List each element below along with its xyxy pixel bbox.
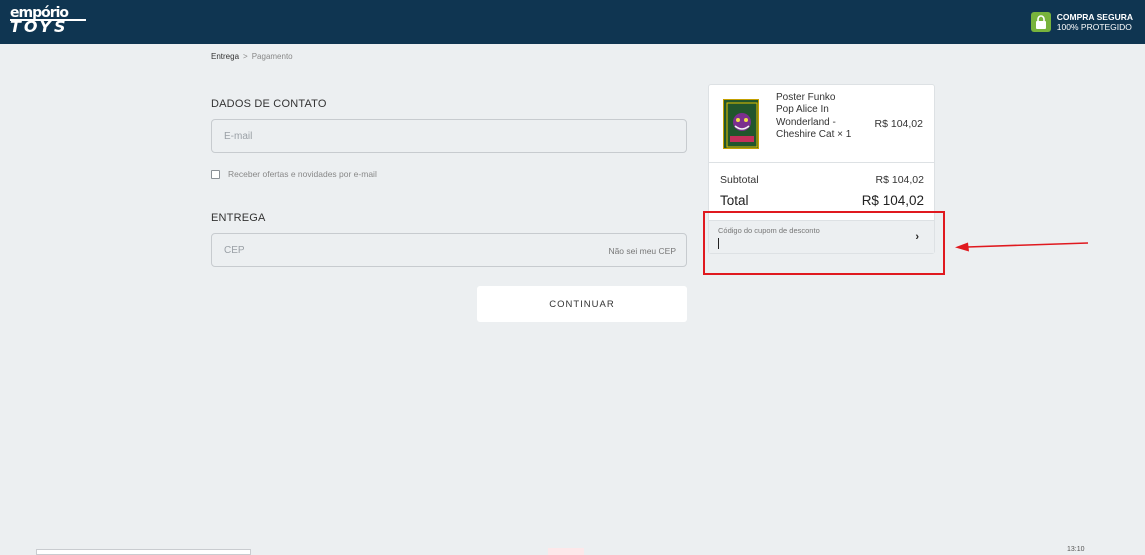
product-price: R$ 104,02: [874, 118, 923, 130]
cep-placeholder: CEP: [224, 245, 245, 256]
secure-purchase-badge: COMPRA SEGURA 100% PROTEGIDO: [1030, 11, 1133, 33]
newsletter-checkbox[interactable]: [211, 169, 220, 179]
total-value: R$ 104,02: [861, 193, 924, 208]
product-name: Poster Funko Pop Alice In Wonderland - C…: [776, 92, 852, 141]
logo-line2: TOYS: [10, 17, 69, 36]
contact-section-title: DADOS DE CONTATO: [211, 98, 327, 110]
breadcrumb-delivery[interactable]: Entrega: [211, 52, 239, 61]
taskbar: 13:10: [0, 546, 1145, 555]
annotation-arrow-icon: [955, 242, 1089, 252]
cep-field[interactable]: CEP Não sei meu CEP: [211, 233, 687, 267]
breadcrumb-separator: >: [243, 52, 248, 61]
taskbar-clock: 13:10: [1067, 546, 1085, 553]
cep-lookup-link[interactable]: Não sei meu CEP: [608, 246, 676, 256]
taskbar-app-icon[interactable]: [548, 548, 584, 555]
email-placeholder: E-mail: [224, 131, 253, 142]
continue-button[interactable]: CONTINUAR: [477, 286, 687, 322]
total-row: Total R$ 104,02: [720, 193, 924, 208]
subtotal-value: R$ 104,02: [875, 174, 924, 186]
secure-title: COMPRA SEGURA: [1056, 12, 1133, 22]
email-field[interactable]: E-mail: [211, 119, 687, 153]
breadcrumb-payment[interactable]: Pagamento: [252, 52, 293, 61]
delivery-section-title: ENTREGA: [211, 212, 266, 224]
newsletter-option[interactable]: Receber ofertas e novidades por e-mail: [211, 169, 377, 179]
header-bar: empório TOYS COMPRA SEGURA 100% PROTEGID…: [0, 0, 1145, 44]
total-label: Total: [720, 193, 749, 208]
lock-icon: [1030, 12, 1051, 32]
product-thumbnail: [723, 99, 759, 149]
taskbar-search-box[interactable]: [36, 549, 251, 555]
subtotal-label: Subtotal: [720, 174, 759, 186]
store-logo[interactable]: empório TOYS: [10, 6, 88, 36]
secure-subtitle: 100% PROTEGIDO: [1056, 22, 1132, 32]
newsletter-label: Receber ofertas e novidades por e-mail: [228, 169, 377, 179]
subtotal-row: Subtotal R$ 104,02: [720, 174, 924, 186]
cart-item: Poster Funko Pop Alice In Wonderland - C…: [709, 85, 934, 163]
annotation-highlight-box: [703, 211, 945, 275]
breadcrumb: Entrega > Pagamento: [211, 52, 293, 61]
